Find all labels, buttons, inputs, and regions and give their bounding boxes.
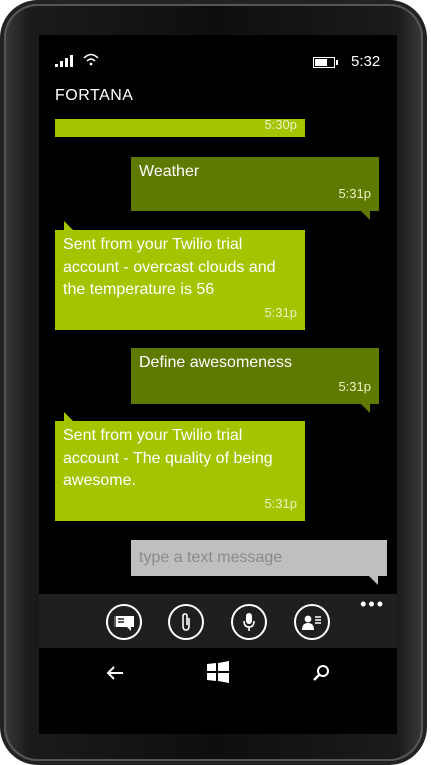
windows-logo-icon[interactable]	[206, 661, 230, 689]
back-arrow-icon[interactable]	[105, 664, 125, 687]
signal-strength-icon	[55, 55, 77, 67]
message-time: 5:31p	[338, 185, 371, 201]
message-time: 5:30p	[264, 116, 297, 132]
more-options-button[interactable]: •••	[360, 594, 385, 615]
contact-card-icon[interactable]	[294, 604, 330, 640]
message-compose-input[interactable]: type a text message	[131, 540, 387, 585]
phone-frame: 5:32 FORTANA 5:30p Weather 5:31p Sent fr…	[4, 4, 423, 761]
message-time: 5:31p	[338, 378, 371, 394]
clock-time: 5:32	[351, 53, 381, 70]
wifi-icon	[83, 52, 99, 69]
message-time: 5:31p	[264, 304, 297, 320]
message-time: 5:31p	[264, 495, 297, 511]
message-outgoing[interactable]: Define awesomeness 5:31p	[131, 348, 379, 413]
attach-icon[interactable]	[168, 604, 204, 640]
microphone-icon[interactable]	[231, 604, 267, 640]
message-incoming[interactable]: Sent from your Twilio trial account - ov…	[55, 221, 305, 330]
message-text: Define awesomeness	[139, 354, 292, 371]
message-incoming[interactable]: Sent from your Twilio trial account - Th…	[55, 412, 305, 521]
search-icon[interactable]	[313, 664, 331, 688]
message-text: Sent from your Twilio trial account - Th…	[63, 427, 273, 489]
page-title: FORTANA	[55, 87, 134, 104]
message-outgoing[interactable]: Weather 5:31p	[131, 157, 379, 220]
message-text: Weather	[139, 163, 200, 180]
battery-icon	[313, 57, 338, 68]
navigation-bar	[39, 648, 397, 734]
message-text: Sent from your Twilio trial account - ov…	[63, 236, 276, 298]
app-bar: •••	[39, 594, 397, 648]
status-bar: 5:32	[39, 35, 397, 70]
screen: 5:32 FORTANA 5:30p Weather 5:31p Sent fr…	[39, 35, 397, 734]
message-switch-icon[interactable]	[106, 604, 142, 640]
message-incoming[interactable]: 5:30p	[55, 117, 305, 137]
